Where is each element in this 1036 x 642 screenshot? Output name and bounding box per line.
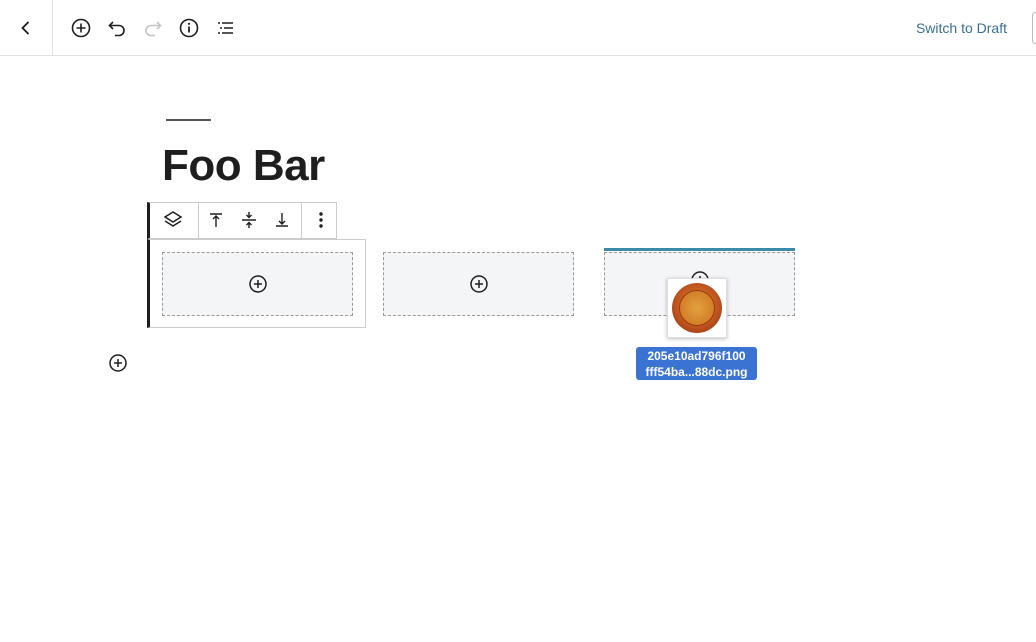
align-center-icon	[242, 212, 256, 228]
file-name-line-2: fff54ba...88dc.png	[645, 365, 748, 379]
details-button[interactable]	[175, 14, 203, 42]
align-top-button[interactable]	[204, 208, 228, 232]
add-block-icon[interactable]	[248, 274, 268, 294]
redo-icon	[145, 21, 162, 37]
undo-icon	[108, 21, 125, 37]
block-toolbar	[147, 202, 337, 239]
info-icon	[179, 18, 199, 38]
stack-icon	[163, 211, 183, 227]
list-view-icon	[218, 22, 233, 34]
column-1[interactable]	[162, 252, 353, 316]
seal-image	[672, 283, 722, 333]
add-block-button[interactable]	[67, 14, 95, 42]
post-title[interactable]: Foo Bar	[162, 140, 325, 192]
chevron-left-icon	[21, 20, 30, 35]
separator-block	[166, 119, 211, 121]
add-block-icon[interactable]	[469, 274, 489, 294]
align-bottom-button[interactable]	[270, 208, 294, 232]
drop-indicator	[604, 248, 795, 251]
vertical-align-group	[198, 203, 302, 238]
drag-file-name: 205e10ad796f100 fff54ba...88dc.png	[636, 347, 757, 380]
publish-button-edge[interactable]	[1032, 12, 1036, 44]
list-view-button[interactable]	[211, 14, 239, 42]
align-top-icon	[210, 213, 222, 227]
file-name-line-1: 205e10ad796f100	[647, 349, 746, 363]
undo-button[interactable]	[103, 14, 131, 42]
more-options-button[interactable]	[309, 208, 333, 232]
column-2[interactable]	[383, 252, 574, 316]
editor-header: Switch to Draft	[0, 0, 1036, 56]
drag-image-thumbnail	[667, 278, 727, 338]
plus-circle-icon	[71, 18, 91, 38]
align-center-button[interactable]	[237, 208, 261, 232]
block-type-group	[150, 203, 199, 238]
back-button[interactable]	[0, 0, 53, 55]
block-type-button[interactable]	[161, 208, 185, 232]
redo-button[interactable]	[139, 14, 167, 42]
more-vertical-icon	[319, 212, 323, 228]
plus-circle-icon	[109, 354, 127, 372]
align-bottom-icon	[276, 213, 288, 227]
block-inserter-button[interactable]	[107, 352, 129, 374]
switch-to-draft-button[interactable]: Switch to Draft	[916, 20, 1007, 36]
